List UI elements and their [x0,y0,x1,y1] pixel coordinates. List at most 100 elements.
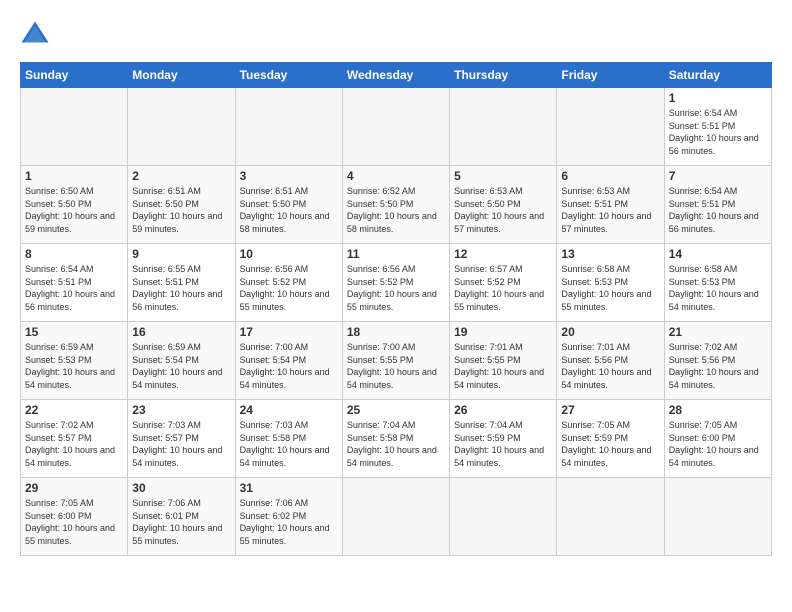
sunset: Sunset: 5:50 PM [347,199,414,209]
calendar-cell [664,478,771,556]
sunset: Sunset: 5:50 PM [454,199,521,209]
daylight: Daylight: 10 hours and 54 minutes. [669,445,759,468]
sunset: Sunset: 5:51 PM [561,199,628,209]
calendar-cell: 23 Sunrise: 7:03 AM Sunset: 5:57 PM Dayl… [128,400,235,478]
calendar-cell: 27 Sunrise: 7:05 AM Sunset: 5:59 PM Dayl… [557,400,664,478]
sunrise: Sunrise: 7:04 AM [347,420,416,430]
sunset: Sunset: 5:53 PM [25,355,92,365]
day-number: 2 [132,169,230,183]
sunrise: Sunrise: 7:06 AM [240,498,309,508]
day-info: Sunrise: 6:57 AM Sunset: 5:52 PM Dayligh… [454,263,552,313]
calendar-cell: 22 Sunrise: 7:02 AM Sunset: 5:57 PM Dayl… [21,400,128,478]
daylight: Daylight: 10 hours and 54 minutes. [561,445,651,468]
day-number: 3 [240,169,338,183]
page: SundayMondayTuesdayWednesdayThursdayFrid… [0,0,792,612]
sunrise: Sunrise: 7:03 AM [240,420,309,430]
day-info: Sunrise: 7:00 AM Sunset: 5:55 PM Dayligh… [347,341,445,391]
sunrise: Sunrise: 7:01 AM [454,342,523,352]
day-number: 14 [669,247,767,261]
daylight: Daylight: 10 hours and 56 minutes. [669,133,759,156]
daylight: Daylight: 10 hours and 54 minutes. [347,367,437,390]
calendar-cell: 6 Sunrise: 6:53 AM Sunset: 5:51 PM Dayli… [557,166,664,244]
calendar-week-1: 1 Sunrise: 6:54 AM Sunset: 5:51 PM Dayli… [21,88,772,166]
day-number: 1 [669,91,767,105]
day-number: 6 [561,169,659,183]
day-number: 18 [347,325,445,339]
sunrise: Sunrise: 6:54 AM [669,108,738,118]
sunset: Sunset: 5:59 PM [454,433,521,443]
daylight: Daylight: 10 hours and 54 minutes. [240,445,330,468]
day-info: Sunrise: 6:54 AM Sunset: 5:51 PM Dayligh… [25,263,123,313]
daylight: Daylight: 10 hours and 59 minutes. [25,211,115,234]
sunset: Sunset: 5:54 PM [240,355,307,365]
sunrise: Sunrise: 7:04 AM [454,420,523,430]
daylight: Daylight: 10 hours and 55 minutes. [240,289,330,312]
sunset: Sunset: 5:58 PM [347,433,414,443]
daylight: Daylight: 10 hours and 55 minutes. [454,289,544,312]
day-info: Sunrise: 6:59 AM Sunset: 5:53 PM Dayligh… [25,341,123,391]
day-number: 15 [25,325,123,339]
day-info: Sunrise: 6:59 AM Sunset: 5:54 PM Dayligh… [132,341,230,391]
calendar-week-5: 22 Sunrise: 7:02 AM Sunset: 5:57 PM Dayl… [21,400,772,478]
daylight: Daylight: 10 hours and 57 minutes. [454,211,544,234]
header [20,20,772,50]
day-info: Sunrise: 7:02 AM Sunset: 5:56 PM Dayligh… [669,341,767,391]
day-number: 26 [454,403,552,417]
calendar-cell: 7 Sunrise: 6:54 AM Sunset: 5:51 PM Dayli… [664,166,771,244]
sunrise: Sunrise: 6:54 AM [25,264,94,274]
calendar-cell: 17 Sunrise: 7:00 AM Sunset: 5:54 PM Dayl… [235,322,342,400]
sunrise: Sunrise: 7:05 AM [669,420,738,430]
calendar-header-saturday: Saturday [664,63,771,88]
sunrise: Sunrise: 7:02 AM [25,420,94,430]
sunset: Sunset: 5:52 PM [347,277,414,287]
sunrise: Sunrise: 6:52 AM [347,186,416,196]
day-number: 7 [669,169,767,183]
day-info: Sunrise: 6:56 AM Sunset: 5:52 PM Dayligh… [240,263,338,313]
sunrise: Sunrise: 6:59 AM [25,342,94,352]
day-number: 16 [132,325,230,339]
sunset: Sunset: 5:58 PM [240,433,307,443]
calendar-cell: 13 Sunrise: 6:58 AM Sunset: 5:53 PM Dayl… [557,244,664,322]
day-info: Sunrise: 7:03 AM Sunset: 5:58 PM Dayligh… [240,419,338,469]
day-number: 11 [347,247,445,261]
sunset: Sunset: 5:52 PM [240,277,307,287]
day-number: 1 [25,169,123,183]
logo [20,20,54,50]
sunrise: Sunrise: 7:05 AM [561,420,630,430]
sunrise: Sunrise: 7:01 AM [561,342,630,352]
calendar-cell [557,478,664,556]
daylight: Daylight: 10 hours and 54 minutes. [454,367,544,390]
calendar-cell [128,88,235,166]
sunset: Sunset: 5:50 PM [132,199,199,209]
day-info: Sunrise: 7:05 AM Sunset: 6:00 PM Dayligh… [669,419,767,469]
calendar-cell: 4 Sunrise: 6:52 AM Sunset: 5:50 PM Dayli… [342,166,449,244]
daylight: Daylight: 10 hours and 56 minutes. [669,211,759,234]
daylight: Daylight: 10 hours and 54 minutes. [454,445,544,468]
sunset: Sunset: 5:57 PM [132,433,199,443]
daylight: Daylight: 10 hours and 54 minutes. [132,367,222,390]
sunset: Sunset: 5:55 PM [454,355,521,365]
calendar-cell [342,478,449,556]
day-info: Sunrise: 6:51 AM Sunset: 5:50 PM Dayligh… [132,185,230,235]
daylight: Daylight: 10 hours and 54 minutes. [561,367,651,390]
day-number: 23 [132,403,230,417]
day-info: Sunrise: 7:04 AM Sunset: 5:58 PM Dayligh… [347,419,445,469]
calendar-cell: 25 Sunrise: 7:04 AM Sunset: 5:58 PM Dayl… [342,400,449,478]
sunset: Sunset: 5:53 PM [561,277,628,287]
sunrise: Sunrise: 6:58 AM [669,264,738,274]
sunrise: Sunrise: 6:50 AM [25,186,94,196]
sunset: Sunset: 6:00 PM [25,511,92,521]
calendar-header-monday: Monday [128,63,235,88]
sunrise: Sunrise: 7:00 AM [240,342,309,352]
sunrise: Sunrise: 6:54 AM [669,186,738,196]
sunset: Sunset: 6:01 PM [132,511,199,521]
calendar-table: SundayMondayTuesdayWednesdayThursdayFrid… [20,62,772,556]
sunrise: Sunrise: 7:02 AM [669,342,738,352]
day-info: Sunrise: 6:55 AM Sunset: 5:51 PM Dayligh… [132,263,230,313]
sunrise: Sunrise: 6:53 AM [454,186,523,196]
sunrise: Sunrise: 7:03 AM [132,420,201,430]
day-info: Sunrise: 6:54 AM Sunset: 5:51 PM Dayligh… [669,185,767,235]
sunset: Sunset: 5:54 PM [132,355,199,365]
day-number: 28 [669,403,767,417]
calendar-cell [235,88,342,166]
